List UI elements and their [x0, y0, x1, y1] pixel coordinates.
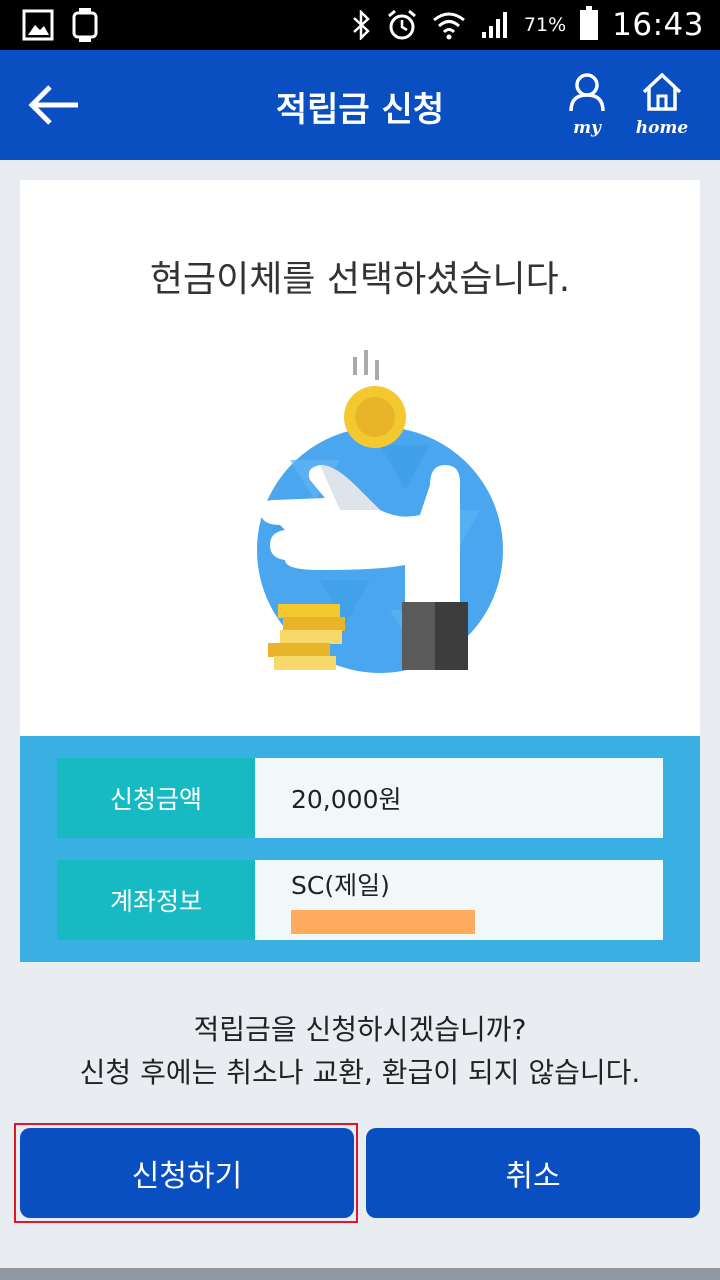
result-card: 현금이체를 선택하셨습니다. [20, 180, 700, 736]
apply-button[interactable]: 신청하기 [20, 1128, 354, 1218]
home-button[interactable]: home [627, 72, 697, 138]
amount-value: 20,000원 [291, 785, 402, 814]
battery-percent: 71% [523, 14, 567, 36]
account-value-cell: SC(제일) [255, 860, 663, 940]
bluetooth-icon [353, 10, 370, 40]
clock: 16:43 [612, 7, 704, 43]
account-bank: SC(제일) [291, 871, 390, 900]
app-bar: 적립금 신청 my home [0, 50, 720, 160]
watch-icon [72, 8, 98, 42]
wifi-icon [432, 12, 465, 40]
status-bar: 71% 16:43 [0, 0, 720, 50]
battery-icon [580, 6, 599, 40]
info-panel: 신청금액 20,000원 계좌정보 SC(제일) [20, 736, 700, 962]
confirm-line-2: 신청 후에는 취소나 교환, 환급이 되지 않습니다. [79, 1056, 641, 1089]
bottom-edge [0, 1268, 720, 1280]
account-row: 계좌정보 SC(제일) [57, 860, 663, 940]
headline: 현금이체를 선택하셨습니다. [149, 259, 571, 300]
confirm-line-1: 적립금을 신청하시겠습니까? [193, 1013, 527, 1046]
home-label: home [635, 118, 689, 138]
amount-row: 신청금액 20,000원 [57, 758, 663, 838]
cancel-button[interactable]: 취소 [366, 1128, 700, 1218]
redacted-account-number [291, 910, 475, 934]
account-label: 계좌정보 [57, 860, 255, 940]
signal-icon [481, 12, 507, 38]
my-button[interactable]: my [552, 72, 622, 138]
confirm-message: 적립금을 신청하시겠습니까? 신청 후에는 취소나 교환, 환급이 되지 않습니… [0, 1008, 720, 1094]
amount-label: 신청금액 [57, 758, 255, 838]
home-icon [642, 72, 682, 111]
my-label: my [573, 118, 601, 138]
gallery-icon [22, 9, 54, 41]
user-icon [569, 73, 605, 112]
amount-value-cell: 20,000원 [255, 758, 663, 838]
alarm-icon [387, 9, 416, 40]
coin-hand-illustration [257, 350, 503, 673]
